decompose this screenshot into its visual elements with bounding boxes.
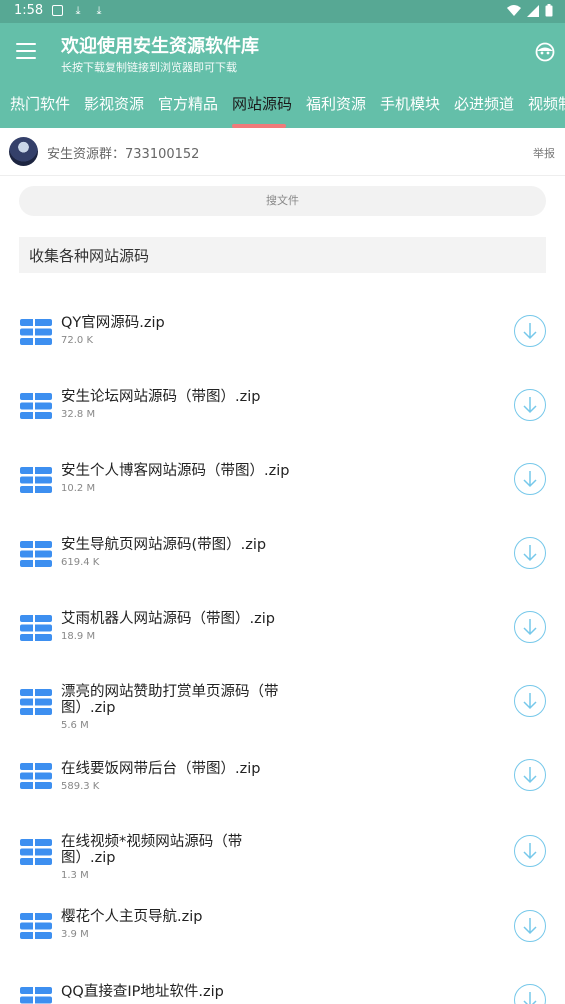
tab-phone-modules[interactable]: 手机模块 [380,81,440,128]
file-name: QQ直接查IP地址软件.zip [61,984,224,1000]
zip-file-icon [20,393,52,419]
download-button[interactable] [514,463,546,495]
file-size: 5.6 M [61,720,89,731]
download-icon [523,323,537,340]
download-icon [523,918,537,935]
group-info-row: 安生资源群：733100152 举报 [0,128,565,176]
report-link[interactable]: 举报 [533,145,555,161]
zip-file-icon [20,615,52,641]
zip-file-icon [20,541,52,567]
face-icon[interactable] [535,42,555,62]
battery-icon [545,4,553,17]
app-subtitle: 长按下载复制链接到浏览器即可下载 [61,61,237,74]
file-size: 3.9 M [61,929,89,940]
download-icon [523,619,537,636]
list-item[interactable]: 在线视频*视频网站源码（带图）.zip 1.3 M [0,813,565,887]
download-icon [523,471,537,488]
menu-icon[interactable] [16,43,36,59]
list-item[interactable]: 漂亮的网站赞助打赏单页源码（带图）.zip 5.6 M [0,665,565,739]
file-size: 10.2 M [61,483,96,494]
download-icon [523,693,537,710]
zip-file-icon [20,319,52,345]
file-name: 艾雨机器人网站源码（带图）.zip [61,611,275,627]
download-icon [523,767,537,784]
download-button[interactable] [514,389,546,421]
file-size: 589.3 K [61,781,100,792]
zip-file-icon [20,467,52,493]
file-size: 619.4 K [61,557,100,568]
list-item[interactable]: 樱花个人主页导航.zip 3.9 M [0,887,565,961]
download-button[interactable] [514,315,546,347]
tab-official-picks[interactable]: 官方精品 [158,81,218,128]
list-item[interactable]: 安生导航页网站源码(带图）.zip 619.4 K [0,517,565,591]
zip-file-icon [20,763,52,789]
file-size: 72.0 K [61,335,94,346]
avatar[interactable] [9,137,38,166]
file-name: QY官网源码.zip [61,315,165,331]
wifi-icon [507,4,521,16]
tab-bar: 热门软件 影视资源 官方精品 网站源码 福利资源 手机模块 必进频道 视频制 [0,81,565,128]
file-name: 在线视频*视频网站源码（带图）.zip [61,834,243,866]
download-icon [523,992,537,1004]
tab-hot-software[interactable]: 热门软件 [10,81,70,128]
download-icon [523,545,537,562]
list-item[interactable]: QQ直接查IP地址软件.zip [0,961,565,1004]
download-button[interactable] [514,835,546,867]
zip-file-icon [20,987,52,1004]
notification-icon [52,5,63,16]
download-button[interactable] [514,759,546,791]
app-title: 欢迎使用安生资源软件库 [61,36,259,57]
download-button[interactable] [514,611,546,643]
status-bar: 1:58 ⤓ ⤓ [0,0,565,23]
tab-video-making[interactable]: 视频制 [528,81,565,128]
file-name: 安生论坛网站源码（带图）.zip [61,389,261,405]
download-button[interactable] [514,984,546,1004]
file-name: 樱花个人主页导航.zip [61,909,203,925]
file-size: 32.8 M [61,409,96,420]
status-time: 1:58 [14,3,44,18]
download-button[interactable] [514,910,546,942]
file-name: 在线要饭网带后台（带图）.zip [61,761,261,777]
zip-file-icon [20,689,52,715]
group-label: 安生资源群：733100152 [47,147,200,162]
list-item[interactable]: 安生个人博客网站源码（带图）.zip 10.2 M [0,443,565,517]
zip-file-icon [20,913,52,939]
app-bar: 欢迎使用安生资源软件库 长按下载复制链接到浏览器即可下载 [0,23,565,81]
download-button[interactable] [514,685,546,717]
download-notification-icon: ⤓ [96,4,102,17]
search-input[interactable]: 搜文件 [19,186,546,216]
file-name: 安生导航页网站源码(带图）.zip [61,537,267,553]
file-size: 18.9 M [61,631,96,642]
list-item[interactable]: 在线要饭网带后台（带图）.zip 589.3 K [0,739,565,813]
file-size: 1.3 M [61,870,89,881]
list-item[interactable]: QY官网源码.zip 72.0 K [0,295,565,369]
zip-file-icon [20,839,52,865]
tab-video-resources[interactable]: 影视资源 [84,81,144,128]
tab-must-join[interactable]: 必进频道 [454,81,514,128]
download-button[interactable] [514,537,546,569]
file-name: 漂亮的网站赞助打赏单页源码（带图）.zip [61,684,279,716]
list-item[interactable]: 安生论坛网站源码（带图）.zip 32.8 M [0,369,565,443]
download-icon [523,843,537,860]
download-notification-icon: ⤓ [75,4,81,17]
folder-description: 收集各种网站源码 [19,237,546,273]
download-icon [523,397,537,414]
file-name: 安生个人博客网站源码（带图）.zip [61,463,290,479]
signal-icon [527,4,539,17]
tab-website-source[interactable]: 网站源码 [232,81,292,128]
list-item[interactable]: 艾雨机器人网站源码（带图）.zip 18.9 M [0,591,565,665]
tab-welfare-resources[interactable]: 福利资源 [306,81,366,128]
